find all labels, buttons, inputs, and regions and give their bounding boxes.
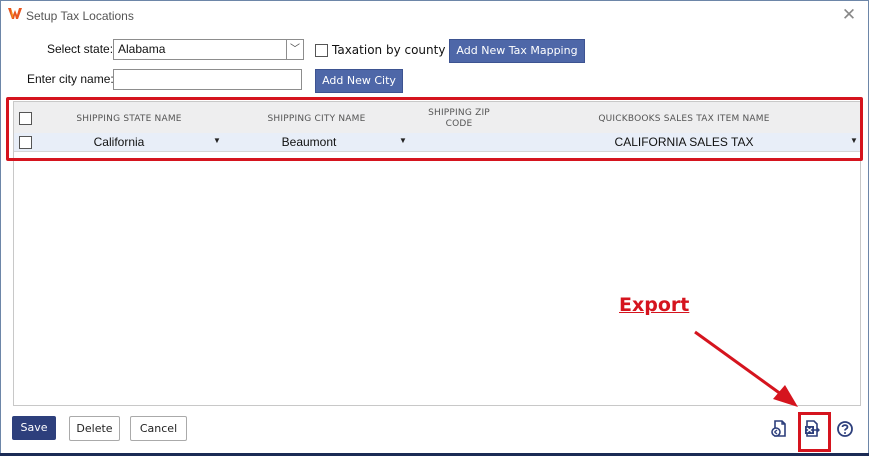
help-icon[interactable] [835,419,855,439]
setup-tax-locations-window: Setup Tax Locations ✕ Select state: Alab… [0,0,869,456]
cancel-button[interactable]: Cancel [130,416,187,441]
export-annotation-arrow [694,330,798,407]
import-file-icon[interactable] [769,419,789,439]
export-excel-icon[interactable] [802,419,822,439]
delete-button[interactable]: Delete [69,416,120,441]
save-button[interactable]: Save [12,416,56,440]
